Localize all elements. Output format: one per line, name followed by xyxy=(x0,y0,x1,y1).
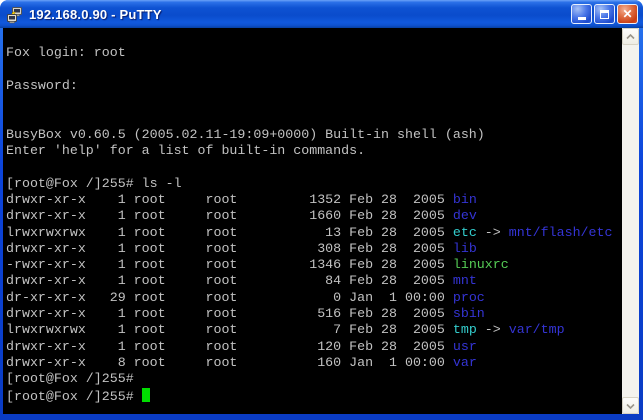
terminal-line: lrwxrwxrwx 1 root root 7 Feb 28 2005 tmp… xyxy=(6,322,622,338)
terminal-text: -> xyxy=(477,322,509,337)
window-body: Fox login: root Password: BusyBox v0.60.5 … xyxy=(3,28,639,414)
terminal-text: drwxr-xr-x 1 root root 516 Feb 28 2005 xyxy=(6,306,453,321)
terminal-line: dr-xr-xr-x 29 root root 0 Jan 1 00:00 pr… xyxy=(6,290,622,306)
terminal-line: drwxr-xr-x 1 root root 308 Feb 28 2005 l… xyxy=(6,241,622,257)
terminal-line xyxy=(6,159,622,175)
terminal-line: drwxr-xr-x 1 root root 516 Feb 28 2005 s… xyxy=(6,306,622,322)
putty-window: 192.168.0.90 - PuTTY ✕ Fox login: root Pa… xyxy=(0,0,643,420)
terminal-line: drwxr-xr-x 1 root root 84 Feb 28 2005 mn… xyxy=(6,273,622,289)
terminal-line xyxy=(6,110,622,126)
terminal-line: drwxr-xr-x 1 root root 1352 Feb 28 2005 … xyxy=(6,192,622,208)
terminal-text: drwxr-xr-x 8 root root 160 Jan 1 00:00 xyxy=(6,355,453,370)
directory-name: mnt xyxy=(453,273,477,288)
chevron-up-icon xyxy=(626,34,635,40)
terminal-text: lrwxrwxrwx 1 root root 7 Feb 28 2005 xyxy=(6,322,453,337)
terminal-line xyxy=(6,62,622,78)
terminal-text: [root@Fox /]255# ls -l xyxy=(6,176,182,191)
terminal-text: [root@Fox /]255# xyxy=(6,371,134,386)
terminal-text: drwxr-xr-x 1 root root 308 Feb 28 2005 xyxy=(6,241,453,256)
terminal-text: dr-xr-xr-x 29 root root 0 Jan 1 00:00 xyxy=(6,290,453,305)
directory-name: proc xyxy=(453,290,485,305)
terminal-line: drwxr-xr-x 8 root root 160 Jan 1 00:00 v… xyxy=(6,355,622,371)
terminal-text: -rwxr-xr-x 1 root root 1346 Feb 28 2005 xyxy=(6,257,453,272)
symlink-name: tmp xyxy=(453,322,477,337)
terminal-text: lrwxrwxrwx 1 root root 13 Feb 28 2005 xyxy=(6,225,453,240)
window-controls: ✕ xyxy=(571,4,638,24)
terminal-text: drwxr-xr-x 1 root root 120 Feb 28 2005 xyxy=(6,339,453,354)
maximize-icon xyxy=(600,10,609,19)
terminal-line xyxy=(6,29,622,45)
directory-name: var xyxy=(453,355,477,370)
maximize-button[interactable] xyxy=(594,4,615,24)
terminal-line: Enter 'help' for a list of built-in comm… xyxy=(6,143,622,159)
terminal-text: drwxr-xr-x 1 root root 1660 Feb 28 2005 xyxy=(6,208,453,223)
terminal-line: Password: xyxy=(6,78,622,94)
terminal-text: BusyBox v0.60.5 (2005.02.11-19:09+0000) … xyxy=(6,127,485,142)
terminal-line xyxy=(6,94,622,110)
terminal-text: Password: xyxy=(6,78,78,93)
terminal-line: drwxr-xr-x 1 root root 120 Feb 28 2005 u… xyxy=(6,339,622,355)
directory-name: dev xyxy=(453,208,477,223)
terminal-line: [root@Fox /]255# ls -l xyxy=(6,176,622,192)
minimize-button[interactable] xyxy=(571,4,592,24)
terminal-text: drwxr-xr-x 1 root root 1352 Feb 28 2005 xyxy=(6,192,453,207)
directory-name: var/tmp xyxy=(509,322,565,337)
terminal-text: -> xyxy=(477,225,509,240)
symlink-name: etc xyxy=(453,225,477,240)
terminal-line: lrwxrwxrwx 1 root root 13 Feb 28 2005 et… xyxy=(6,225,622,241)
terminal-text: [root@Fox /]255# xyxy=(6,389,142,404)
directory-name: bin xyxy=(453,192,477,207)
terminal-line: BusyBox v0.60.5 (2005.02.11-19:09+0000) … xyxy=(6,127,622,143)
titlebar[interactable]: 192.168.0.90 - PuTTY ✕ xyxy=(0,0,643,28)
terminal[interactable]: Fox login: root Password: BusyBox v0.60.5 … xyxy=(3,28,622,414)
terminal-line: [root@Fox /]255# xyxy=(6,371,622,387)
directory-name: mnt/flash/etc xyxy=(509,225,613,240)
close-icon: ✕ xyxy=(622,8,632,20)
executable-name: linuxrc xyxy=(453,257,509,272)
terminal-cursor xyxy=(142,388,150,402)
terminal-text: drwxr-xr-x 1 root root 84 Feb 28 2005 xyxy=(6,273,453,288)
terminal-line: [root@Fox /]255# xyxy=(6,388,622,404)
minimize-icon xyxy=(578,17,586,20)
terminal-text: Enter 'help' for a list of built-in comm… xyxy=(6,143,365,158)
directory-name: sbin xyxy=(453,306,485,321)
close-button[interactable]: ✕ xyxy=(617,4,638,24)
scroll-down-button[interactable] xyxy=(622,397,639,414)
directory-name: usr xyxy=(453,339,477,354)
terminal-line: Fox login: root xyxy=(6,45,622,61)
directory-name: lib xyxy=(453,241,477,256)
putty-icon[interactable] xyxy=(6,6,24,24)
scrollbar[interactable] xyxy=(622,28,639,414)
chevron-down-icon xyxy=(626,403,635,409)
terminal-line: -rwxr-xr-x 1 root root 1346 Feb 28 2005 … xyxy=(6,257,622,273)
scroll-up-button[interactable] xyxy=(622,28,639,45)
window-title: 192.168.0.90 - PuTTY xyxy=(29,7,566,22)
terminal-line: drwxr-xr-x 1 root root 1660 Feb 28 2005 … xyxy=(6,208,622,224)
terminal-text: Fox login: root xyxy=(6,45,126,60)
